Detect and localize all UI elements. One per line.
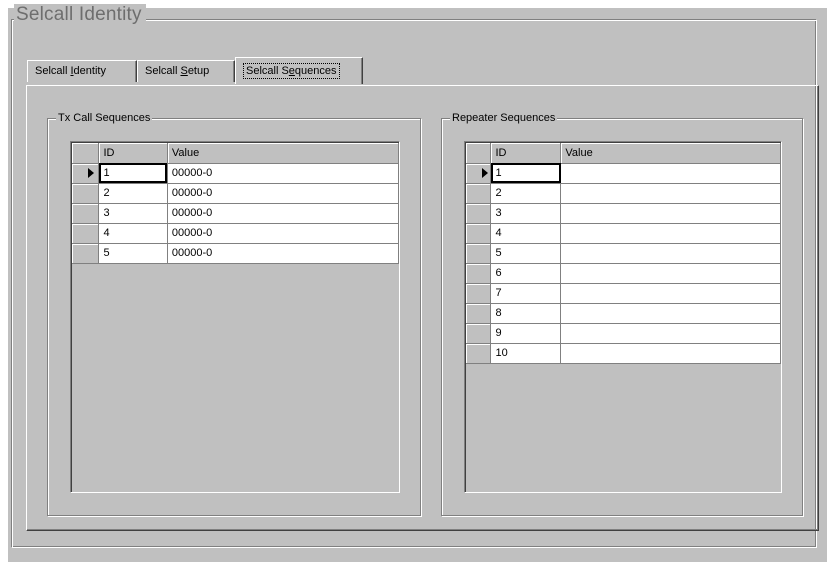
row-selector[interactable] xyxy=(466,203,492,224)
column-header-value[interactable]: Value xyxy=(167,143,400,164)
table-row[interactable]: 5 xyxy=(466,243,781,264)
current-row-arrow-icon xyxy=(88,168,94,178)
cell-value[interactable]: 00000-0 xyxy=(167,183,400,204)
table-row[interactable]: 3 00000-0 xyxy=(72,203,400,224)
table-row[interactable]: 7 xyxy=(466,283,781,304)
cell-value[interactable] xyxy=(560,203,781,224)
tab-label-accel: S xyxy=(180,65,188,77)
tab-label: quences xyxy=(294,65,337,77)
row-selector[interactable] xyxy=(72,243,100,264)
table-row[interactable]: 8 xyxy=(466,303,781,324)
cell-value[interactable] xyxy=(560,243,781,264)
repeater-sequences-grid[interactable]: ID Value 1 2 3 4 5 6 7 8 9 10 xyxy=(464,141,782,493)
cell-id[interactable]: 5 xyxy=(98,243,168,264)
row-selector[interactable] xyxy=(72,223,100,244)
cell-id[interactable]: 3 xyxy=(490,203,562,224)
cell-value[interactable] xyxy=(560,163,781,184)
tab-label: etup xyxy=(187,65,210,77)
column-header-id[interactable]: ID xyxy=(98,143,168,164)
cell-id[interactable]: 5 xyxy=(490,243,562,264)
row-selector[interactable] xyxy=(466,283,492,304)
cell-id[interactable]: 6 xyxy=(490,263,562,284)
tx-call-sequences-title: Tx Call Sequences xyxy=(56,111,153,125)
table-row[interactable]: 3 xyxy=(466,203,781,224)
table-row[interactable]: 1 xyxy=(466,163,781,184)
cell-id[interactable]: 10 xyxy=(490,343,562,364)
cell-value[interactable] xyxy=(560,323,781,344)
table-row[interactable]: 2 00000-0 xyxy=(72,183,400,204)
cell-id[interactable]: 7 xyxy=(490,283,562,304)
tab-selcall-setup[interactable]: Selcall Setup xyxy=(137,60,235,82)
row-selector[interactable] xyxy=(466,303,492,324)
tx-call-sequences-grid[interactable]: ID Value 1 00000-0 2 00000-0 3 00000-0 4 00000-… xyxy=(70,141,400,493)
tab-label: dentity xyxy=(73,65,106,77)
tx-grid-header: ID Value xyxy=(72,143,400,164)
tab-panel: Tx Call Sequences ID Value 1 00000-0 2 0000… xyxy=(26,85,819,531)
cell-value[interactable] xyxy=(560,223,781,244)
row-selector[interactable] xyxy=(466,223,492,244)
row-selector[interactable] xyxy=(466,323,492,344)
cell-value[interactable] xyxy=(560,283,781,304)
cell-id[interactable]: 8 xyxy=(490,303,562,324)
tab-label: Selcall S xyxy=(246,65,289,77)
row-selector[interactable] xyxy=(466,183,492,204)
row-selector[interactable] xyxy=(72,163,100,184)
table-row[interactable]: 1 00000-0 xyxy=(72,163,400,184)
column-header-value[interactable]: Value xyxy=(560,143,781,164)
row-selector[interactable] xyxy=(466,243,492,264)
cell-value[interactable] xyxy=(560,303,781,324)
cell-value[interactable]: 00000-0 xyxy=(167,223,400,244)
cell-id[interactable]: 2 xyxy=(490,183,562,204)
rep-grid-header: ID Value xyxy=(466,143,781,164)
tx-call-sequences-group: Tx Call Sequences ID Value 1 00000-0 2 0000… xyxy=(47,111,421,516)
current-row-arrow-icon xyxy=(482,168,488,178)
tab-selcall-identity[interactable]: Selcall Identity xyxy=(27,60,137,82)
row-selector[interactable] xyxy=(466,343,492,364)
cell-value[interactable]: 00000-0 xyxy=(167,243,400,264)
row-indicator-header xyxy=(72,143,100,164)
cell-id[interactable]: 2 xyxy=(98,183,168,204)
table-row[interactable]: 10 xyxy=(466,343,781,364)
table-row[interactable]: 9 xyxy=(466,323,781,344)
tx-grid-table: ID Value 1 00000-0 2 00000-0 3 00000-0 4 00000-… xyxy=(72,143,400,264)
cell-value[interactable]: 00000-0 xyxy=(167,163,400,184)
cell-value[interactable]: 00000-0 xyxy=(167,203,400,224)
cell-value[interactable] xyxy=(560,343,781,364)
tab-selcall-sequences[interactable]: Selcall Sequences xyxy=(235,57,363,84)
cell-id[interactable]: 3 xyxy=(98,203,168,224)
row-indicator-header xyxy=(466,143,492,164)
tab-label: Selcall xyxy=(145,65,181,77)
cell-id[interactable]: 4 xyxy=(490,223,562,244)
table-row[interactable]: 2 xyxy=(466,183,781,204)
column-header-id[interactable]: ID xyxy=(490,143,562,164)
table-row[interactable]: 6 xyxy=(466,263,781,284)
repeater-sequences-group: Repeater Sequences ID Value 1 2 3 4 5 6 7 8 9 10 xyxy=(441,111,803,516)
cell-value[interactable] xyxy=(560,183,781,204)
tab-focus-rect: Selcall Sequences xyxy=(243,63,340,79)
cell-id[interactable]: 4 xyxy=(98,223,168,244)
group-title: Selcall Identity xyxy=(14,4,146,26)
row-selector[interactable] xyxy=(72,183,100,204)
cell-value[interactable] xyxy=(560,263,781,284)
table-row[interactable]: 4 00000-0 xyxy=(72,223,400,244)
table-row[interactable]: 5 00000-0 xyxy=(72,243,400,264)
row-selector[interactable] xyxy=(72,203,100,224)
tab-label: Selcall xyxy=(35,65,71,77)
cell-id[interactable]: 1 xyxy=(490,163,562,184)
table-row[interactable]: 4 xyxy=(466,223,781,244)
rep-grid-table: ID Value 1 2 3 4 5 6 7 8 9 10 xyxy=(466,143,781,364)
cell-id[interactable]: 1 xyxy=(98,163,168,184)
row-selector[interactable] xyxy=(466,263,492,284)
repeater-sequences-title: Repeater Sequences xyxy=(450,111,558,125)
cell-id[interactable]: 9 xyxy=(490,323,562,344)
row-selector[interactable] xyxy=(466,163,492,184)
